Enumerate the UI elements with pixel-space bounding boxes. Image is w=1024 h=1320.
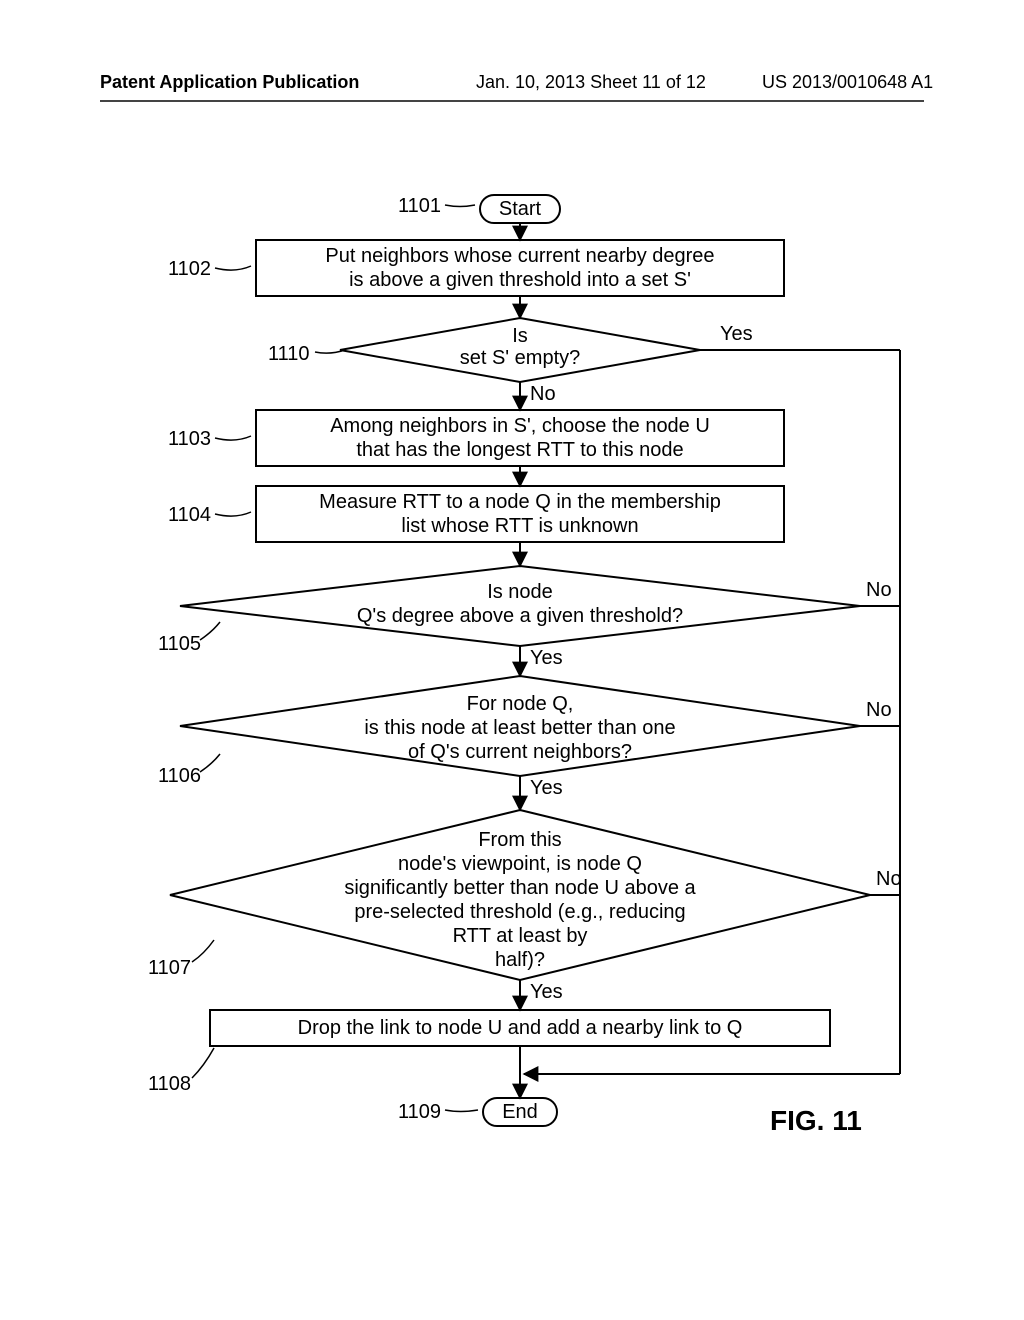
flowchart-svg: Start 1101 Put neighbors whose current n… — [0, 0, 1024, 1320]
n1106-l2: is this node at least better than one — [364, 717, 675, 739]
n1107-l1: From this — [478, 829, 561, 851]
n1104-l1: Measure RTT to a node Q in the membershi… — [319, 491, 721, 513]
n1107-l2: node's viewpoint, is node Q — [398, 853, 642, 875]
ref-1103: 1103 — [168, 428, 211, 450]
edge-1106-yes-label: Yes — [530, 777, 563, 799]
n1104-l2: list whose RTT is unknown — [401, 515, 638, 537]
n1107-l3: significantly better than node U above a — [344, 877, 696, 899]
n1108: Drop the link to node U and add a nearby… — [298, 1017, 743, 1039]
ref-1110: 1110 — [268, 343, 310, 365]
ref-1102: 1102 — [168, 258, 211, 280]
n1110-l2: set S' empty? — [460, 347, 581, 369]
edge-1110-yes-label: Yes — [720, 323, 753, 345]
leader-1105 — [200, 622, 220, 640]
leader-1106 — [200, 754, 220, 772]
leader-1104 — [215, 512, 251, 516]
ref-1104: 1104 — [168, 504, 211, 526]
leader-1103 — [215, 436, 251, 440]
n1110-l1: Is — [512, 325, 528, 347]
edge-1105-no-label: No — [866, 579, 892, 601]
n1107-l6: half)? — [495, 949, 545, 971]
page: { "header": { "left": "Patent Applicatio… — [0, 0, 1024, 1320]
edge-1107-no-label: No — [876, 868, 902, 890]
n1102-l1: Put neighbors whose current nearby degre… — [325, 245, 714, 267]
leader-1102 — [215, 266, 251, 270]
ref-1101: 1101 — [398, 195, 441, 217]
n1105-l2: Q's degree above a given threshold? — [357, 605, 683, 627]
n1103-l2: that has the longest RTT to this node — [356, 439, 683, 461]
edge-1110-no-label: No — [530, 383, 556, 405]
n1103-l1: Among neighbors in S', choose the node U — [330, 415, 710, 437]
leader-1108 — [192, 1048, 214, 1078]
start-label: Start — [499, 198, 542, 220]
n1107-l4: pre-selected threshold (e.g., reducing — [354, 901, 685, 923]
n1107-l5: RTT at least by — [453, 925, 588, 947]
ref-1105: 1105 — [158, 633, 201, 655]
end-label: End — [502, 1101, 538, 1123]
leader-1107 — [192, 940, 214, 962]
ref-1106: 1106 — [158, 765, 201, 787]
leader-1109 — [445, 1110, 478, 1112]
figure-label: FIG. 11 — [770, 1105, 862, 1136]
ref-1108: 1108 — [148, 1073, 191, 1095]
n1106-l1: For node Q, — [467, 693, 574, 715]
edge-1107-yes-label: Yes — [530, 981, 563, 1003]
edge-1106-no-label: No — [866, 699, 892, 721]
leader-1101 — [445, 205, 475, 207]
ref-1107: 1107 — [148, 957, 191, 979]
n1102-l2: is above a given threshold into a set S' — [349, 269, 691, 291]
ref-1109: 1109 — [398, 1101, 441, 1123]
edge-1105-yes-label: Yes — [530, 647, 563, 669]
n1106-l3: of Q's current neighbors? — [408, 741, 632, 763]
n1105-l1: Is node — [487, 581, 553, 603]
